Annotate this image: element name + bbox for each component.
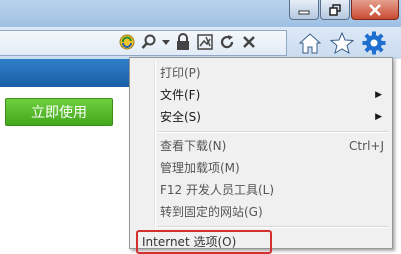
menu-separator xyxy=(158,226,388,228)
home-button[interactable] xyxy=(294,30,326,56)
menu-separator xyxy=(158,131,388,133)
menu-item-internet-options[interactable]: Internet 选项(O) xyxy=(136,230,272,254)
compatibility-view-button[interactable] xyxy=(116,32,138,52)
address-bar-buttons xyxy=(116,32,260,52)
use-now-button[interactable]: 立即使用 xyxy=(5,98,113,126)
minimize-button[interactable] xyxy=(289,0,319,20)
search-button[interactable] xyxy=(138,32,160,52)
home-icon xyxy=(298,33,322,54)
menu-item-pinned-sites[interactable]: 转到固定的网站(G) xyxy=(160,201,388,223)
search-dropdown-button[interactable] xyxy=(160,32,172,52)
menu-item-label: 安全(S) xyxy=(160,110,201,124)
window-controls xyxy=(288,0,399,20)
menu-item-label: 文件(F) xyxy=(160,88,201,102)
submenu-arrow-icon: ▶ xyxy=(375,112,382,122)
tools-button[interactable] xyxy=(358,30,390,56)
command-toolbar xyxy=(294,30,390,56)
dropdown-icon xyxy=(162,40,170,45)
menu-item-label: 打印(P) xyxy=(160,66,201,80)
menu-item-manage-addons[interactable]: 管理加载项(M) xyxy=(160,157,388,179)
favorites-button[interactable] xyxy=(326,30,358,56)
minimize-icon xyxy=(298,10,310,14)
close-window-button[interactable] xyxy=(351,0,399,20)
menu-item-label: 管理加载项(M) xyxy=(160,161,240,175)
menu-item-label: F12 开发人员工具(L) xyxy=(160,183,275,197)
menu-gutter xyxy=(154,60,156,248)
page-header-bar xyxy=(0,59,130,87)
stop-icon xyxy=(243,36,255,48)
favorites-star-icon xyxy=(330,32,354,54)
menu-item-security[interactable]: 安全(S) ▶ xyxy=(160,106,388,128)
lock-icon xyxy=(177,33,189,50)
security-lock-button[interactable] xyxy=(172,32,194,52)
stop-button[interactable] xyxy=(238,32,260,52)
menu-item-shortcut: Ctrl+J xyxy=(349,139,384,153)
menu-item-label: 转到固定的网站(G) xyxy=(160,205,263,219)
broken-image-icon xyxy=(197,34,213,50)
submenu-arrow-icon: ▶ xyxy=(375,90,382,100)
tools-menu: 打印(P) 文件(F) ▶ 安全(S) ▶ 查看下载(N) Ctrl+J 管理加… xyxy=(129,57,393,254)
compatibility-view-icon xyxy=(119,34,135,50)
menu-item-f12-dev-tools[interactable]: F12 开发人员工具(L) xyxy=(160,179,388,201)
close-icon xyxy=(369,3,381,16)
menu-item-label: 查看下载(N) xyxy=(160,139,227,153)
restore-button[interactable] xyxy=(320,0,350,20)
settings-gear-icon xyxy=(362,31,386,55)
refresh-button[interactable] xyxy=(216,32,238,52)
menu-item-view-downloads[interactable]: 查看下载(N) Ctrl+J xyxy=(160,135,388,157)
broken-image-button[interactable] xyxy=(194,32,216,52)
window-title-bar xyxy=(0,0,401,27)
refresh-icon xyxy=(220,35,234,49)
menu-item-label: Internet 选项(O) xyxy=(142,235,237,249)
menu-item-print[interactable]: 打印(P) xyxy=(160,62,388,84)
search-icon xyxy=(141,34,156,49)
menu-item-file[interactable]: 文件(F) ▶ xyxy=(160,84,388,106)
restore-icon xyxy=(329,3,341,16)
